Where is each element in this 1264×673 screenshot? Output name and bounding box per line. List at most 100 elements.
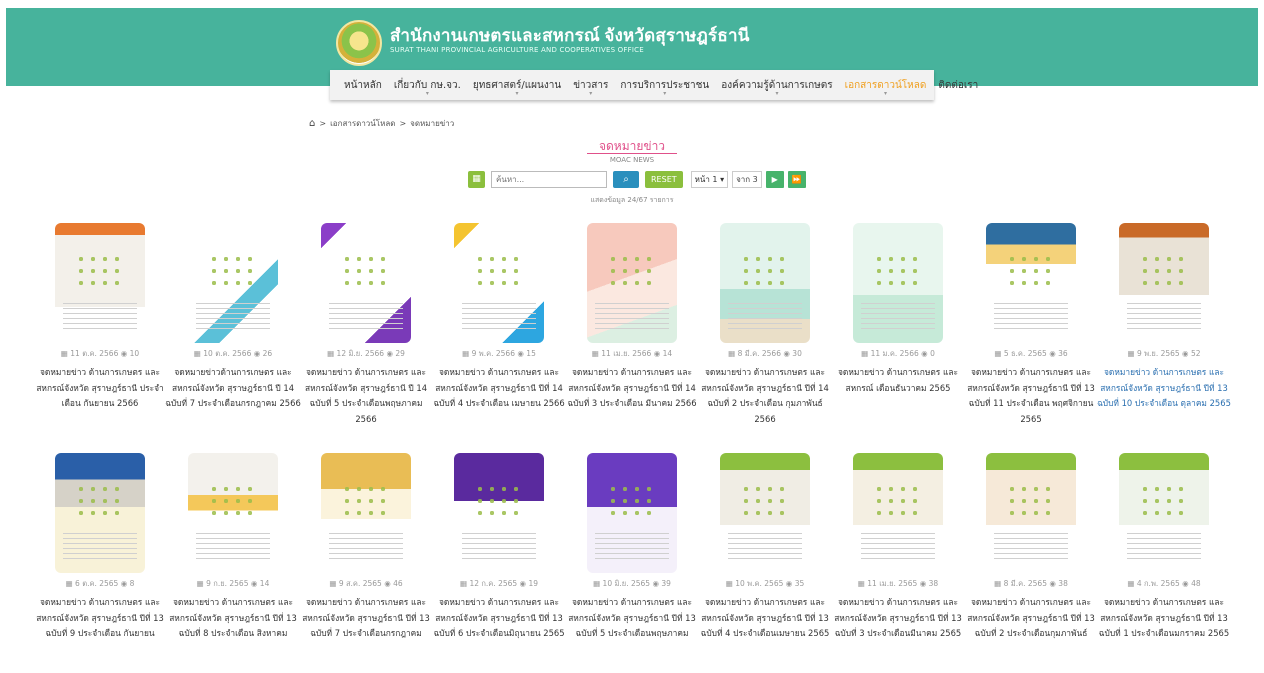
card-views: 14 [662,349,673,358]
newsletter-thumbnail[interactable] [321,223,411,343]
breadcrumb-item-downloads[interactable]: เอกสารดาวน์โหลด [330,117,395,130]
newsletter-thumbnail[interactable] [188,223,278,343]
agency-logo[interactable] [336,20,382,66]
card-title-link[interactable]: จดหมายข่าว ด้านการเกษตร และสหกรณ์จังหวัด… [564,365,700,412]
card-views: 38 [1058,579,1068,588]
card-title-link[interactable]: จดหมายข่าว ด้านการเกษตร และสหกรณ์จังหวัด… [298,595,434,642]
calendar-icon: ▦ [329,579,339,588]
nav-item-contact[interactable]: ติดต่อเรา [932,70,984,100]
calendar-icon[interactable]: ▦ [468,170,485,188]
site-subtitle: SURAT THANI PROVINCIAL AGRICULTURE AND C… [390,46,644,54]
eye-icon: ◉ [1179,579,1192,588]
card-date: 10 ต.ค. 2566 [203,349,252,358]
newsletter-thumbnail[interactable] [188,453,278,573]
nav-item-news[interactable]: ข่าวสาร ▾ [567,70,614,100]
newsletter-thumbnail[interactable] [1119,453,1209,573]
card-title-link[interactable]: จดหมายข่าว ด้านการเกษตร และสหกรณ์จังหวัด… [697,365,833,427]
card-title-link[interactable]: จดหมายข่าว ด้านการเกษตร และสหกรณ์จังหวัด… [32,365,168,412]
card-title-link[interactable]: จดหมายข่าวด้านการเกษตร และสหกรณ์จังหวัด … [165,365,301,412]
card-title-link[interactable]: จดหมายข่าว ด้านการเกษตร และสหกรณ์จังหวัด… [1096,365,1232,412]
newsletter-thumbnail[interactable] [587,223,677,343]
newsletter-thumbnail[interactable] [986,223,1076,343]
calendar-icon: ▦ [196,579,207,588]
card-title-link[interactable]: จดหมายข่าว ด้านการเกษตร และสหกรณ์จังหวัด… [830,595,966,642]
newsletter-thumbnail[interactable] [55,453,145,573]
search-toolbar: ▦ ⌕ RESET หน้า 1 ▾ จาก 3 ▶ ⏩ [468,170,806,188]
calendar-icon: ▦ [857,579,868,588]
calendar-icon: ▦ [60,349,71,358]
card-date: 11 เม.ย. 2565 [867,579,918,588]
page-total: จาก 3 [732,170,762,188]
card-views: 46 [393,579,403,588]
newsletter-thumbnail[interactable] [720,453,810,573]
thumbnail-emblems [75,483,125,517]
card-title-link[interactable]: จดหมายข่าว ด้านการเกษตร และสหกรณ์จังหวัด… [165,595,301,642]
thumbnail-text-lines [728,533,802,559]
nav-item-knowledge[interactable]: องค์ความรู้ด้านการเกษตร ▾ [715,70,838,100]
results-count: แสดงข้อมูล 24/67 รายการ [590,196,674,204]
card-views: 19 [528,579,539,588]
card-title-link[interactable]: จดหมายข่าว ด้านการเกษตร และสหกรณ์จังหวัด… [431,595,567,642]
thumbnail-text-lines [329,533,403,559]
newsletter-thumbnail[interactable] [321,453,411,573]
calendar-icon: ▦ [593,579,603,588]
card-date: 11 ต.ค. 2566 [70,349,119,358]
home-icon[interactable]: ⌂ [309,118,315,129]
calendar-icon: ▦ [459,579,470,588]
breadcrumb-item-current: จดหมายข่าว [410,119,455,128]
calendar-icon: ▦ [1127,579,1137,588]
page-select[interactable]: หน้า 1 ▾ [690,170,729,188]
card-title-link[interactable]: จดหมายข่าว ด้านการเกษตร และสหกรณ์จังหวัด… [1096,595,1232,642]
last-page-button[interactable]: ⏩ [787,170,806,188]
newsletter-thumbnail[interactable] [720,223,810,343]
nav-item-home[interactable]: หน้าหลัก [338,70,388,100]
nav-item-services[interactable]: การบริการประชาชน ▾ [614,70,715,100]
search-input[interactable] [491,170,607,188]
nav-item-about[interactable]: เกี่ยวกับ กษ.จว. ▾ [388,70,467,100]
card-meta: ▦ 10 ต.ค. 2566 ◉ 26 [173,348,293,360]
nav-item-strategy[interactable]: ยุทธศาสตร์/แผนงาน ▾ [467,70,567,100]
card-title-link[interactable]: จดหมายข่าว ด้านการเกษตร และสหกรณ์ เดือนธ… [830,365,966,396]
card-title-link[interactable]: จดหมายข่าว ด้านการเกษตร และสหกรณ์จังหวัด… [564,595,700,642]
thumbnail-text-lines [994,533,1068,559]
eye-icon: ◉ [118,579,130,588]
card-views: 15 [526,349,536,358]
card-date: 4 ก.พ. 2565 [1136,579,1180,588]
card-title-link[interactable]: จดหมายข่าว ด้านการเกษตร และสหกรณ์จังหวัด… [963,365,1099,427]
newsletter-thumbnail[interactable] [454,453,544,573]
card-title-link[interactable]: จดหมายข่าว ด้านการเกษตร และสหกรณ์จังหวัด… [697,595,833,642]
newsletter-thumbnail[interactable] [853,223,943,343]
thumbnail-emblems [208,253,258,287]
newsletter-thumbnail[interactable] [55,223,145,343]
newsletter-thumbnail[interactable] [1119,223,1209,343]
newsletter-thumbnail[interactable] [454,223,544,343]
newsletter-thumbnail[interactable] [587,453,677,573]
card-views: 36 [1058,349,1068,358]
eye-icon: ◉ [780,349,793,358]
card-views: 39 [661,579,671,588]
chevron-down-icon: ▾ [425,90,429,97]
card-views: 8 [129,579,135,588]
search-button[interactable]: ⌕ [613,170,639,188]
calendar-icon: ▦ [462,349,472,358]
eye-icon: ◉ [1046,349,1059,358]
nav-item-downloads[interactable]: เอกสารดาวน์โหลด ▾ [839,70,933,100]
card-meta: ▦ 4 ก.พ. 2565 ◉ 48 [1104,578,1224,590]
card-title-link[interactable]: จดหมายข่าว ด้านการเกษตร และสหกรณ์จังหวัด… [32,595,168,642]
card-title-link[interactable]: จดหมายข่าว ด้านการเกษตร และสหกรณ์จังหวัด… [963,595,1099,642]
card-date: 9 พ.ย. 2565 [1136,349,1180,358]
card-title-link[interactable]: จดหมายข่าว ด้านการเกษตร และสหกรณ์จังหวัด… [298,365,434,427]
next-page-button[interactable]: ▶ [765,170,784,188]
reset-button[interactable]: RESET [645,170,683,188]
chevron-down-icon: ▾ [515,90,519,97]
eye-icon: ◉ [650,579,662,588]
card-meta: ▦ 10 พ.ค. 2565 ◉ 35 [705,578,825,590]
card-date: 9 ก.ย. 2565 [206,579,249,588]
calendar-icon: ▦ [861,349,871,358]
newsletter-thumbnail[interactable] [853,453,943,573]
eye-icon: ◉ [517,579,529,588]
card-date: 8 มี.ค. 2566 [737,349,781,358]
card-title-link[interactable]: จดหมายข่าว ด้านการเกษตร และสหกรณ์จังหวัด… [431,365,567,412]
newsletter-thumbnail[interactable] [986,453,1076,573]
main-nav: หน้าหลัก เกี่ยวกับ กษ.จว. ▾ ยุทธศาสตร์/แผ… [330,70,978,100]
